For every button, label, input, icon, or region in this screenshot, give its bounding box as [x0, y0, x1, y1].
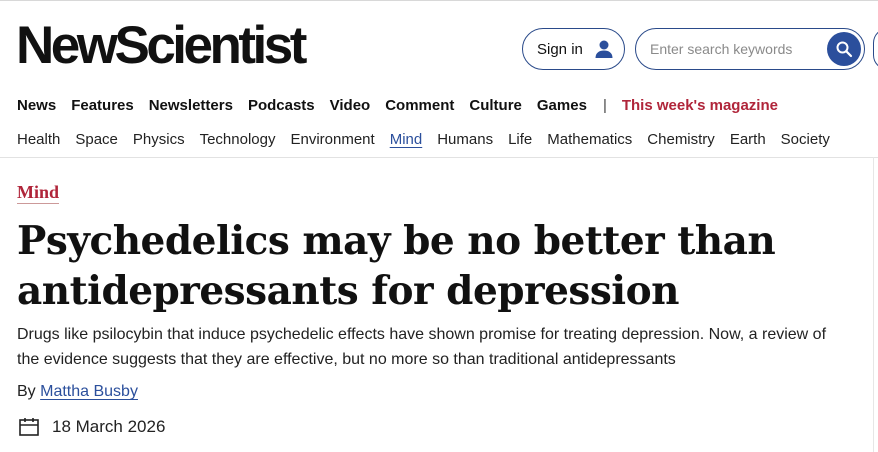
top-border	[0, 0, 878, 1]
byline-prefix: By	[17, 383, 36, 400]
nav-item-news[interactable]: News	[17, 97, 56, 114]
nav-item-games[interactable]: Games	[537, 97, 587, 114]
topic-mind[interactable]: Mind	[390, 131, 423, 148]
calendar-icon	[19, 418, 39, 436]
nav-item-podcasts[interactable]: Podcasts	[248, 97, 315, 114]
sidebar-edge	[873, 157, 874, 452]
topic-humans[interactable]: Humans	[437, 131, 493, 148]
header-divider	[0, 157, 878, 158]
nav-item-video[interactable]: Video	[330, 97, 371, 114]
search-icon	[836, 41, 853, 58]
main-nav: News Features Newsletters Podcasts Video…	[17, 94, 793, 116]
nav-item-culture[interactable]: Culture	[469, 97, 522, 114]
byline: By Mattha Busby	[17, 383, 138, 401]
article-headline: Psychedelics may be no better than antid…	[17, 218, 776, 314]
article-standfirst: Drugs like psilocybin that induce psyche…	[17, 326, 827, 368]
topic-chemistry[interactable]: Chemistry	[647, 131, 715, 148]
topic-society[interactable]: Society	[781, 131, 830, 148]
author-link[interactable]: Mattha Busby	[40, 383, 138, 400]
topic-environment[interactable]: Environment	[290, 131, 374, 148]
site-logo[interactable]: NewScientist	[16, 18, 307, 74]
nav-separator: |	[602, 96, 607, 114]
sign-in-label: Sign in	[537, 40, 583, 58]
nav-item-newsletters[interactable]: Newsletters	[149, 97, 233, 114]
topic-earth[interactable]: Earth	[730, 131, 766, 148]
nav-item-features[interactable]: Features	[71, 97, 134, 114]
search-box	[635, 28, 865, 70]
search-button[interactable]	[827, 32, 861, 66]
topic-nav: Health Space Physics Technology Environm…	[17, 128, 845, 150]
nav-item-comment[interactable]: Comment	[385, 97, 454, 114]
topic-mathematics[interactable]: Mathematics	[547, 131, 632, 148]
menu-button-partial[interactable]	[873, 28, 878, 70]
person-icon	[595, 40, 613, 58]
topic-technology[interactable]: Technology	[200, 131, 276, 148]
sign-in-button[interactable]: Sign in	[522, 28, 625, 70]
topic-physics[interactable]: Physics	[133, 131, 185, 148]
topic-life[interactable]: Life	[508, 131, 532, 148]
nav-item-this-weeks-magazine[interactable]: This week's magazine	[622, 97, 778, 114]
topic-space[interactable]: Space	[75, 131, 118, 148]
topic-health[interactable]: Health	[17, 131, 60, 148]
article-section-link[interactable]: Mind	[17, 182, 60, 204]
search-input[interactable]	[650, 38, 825, 60]
publish-date: 18 March 2026	[18, 416, 165, 438]
publish-date-text: 18 March 2026	[52, 417, 166, 436]
